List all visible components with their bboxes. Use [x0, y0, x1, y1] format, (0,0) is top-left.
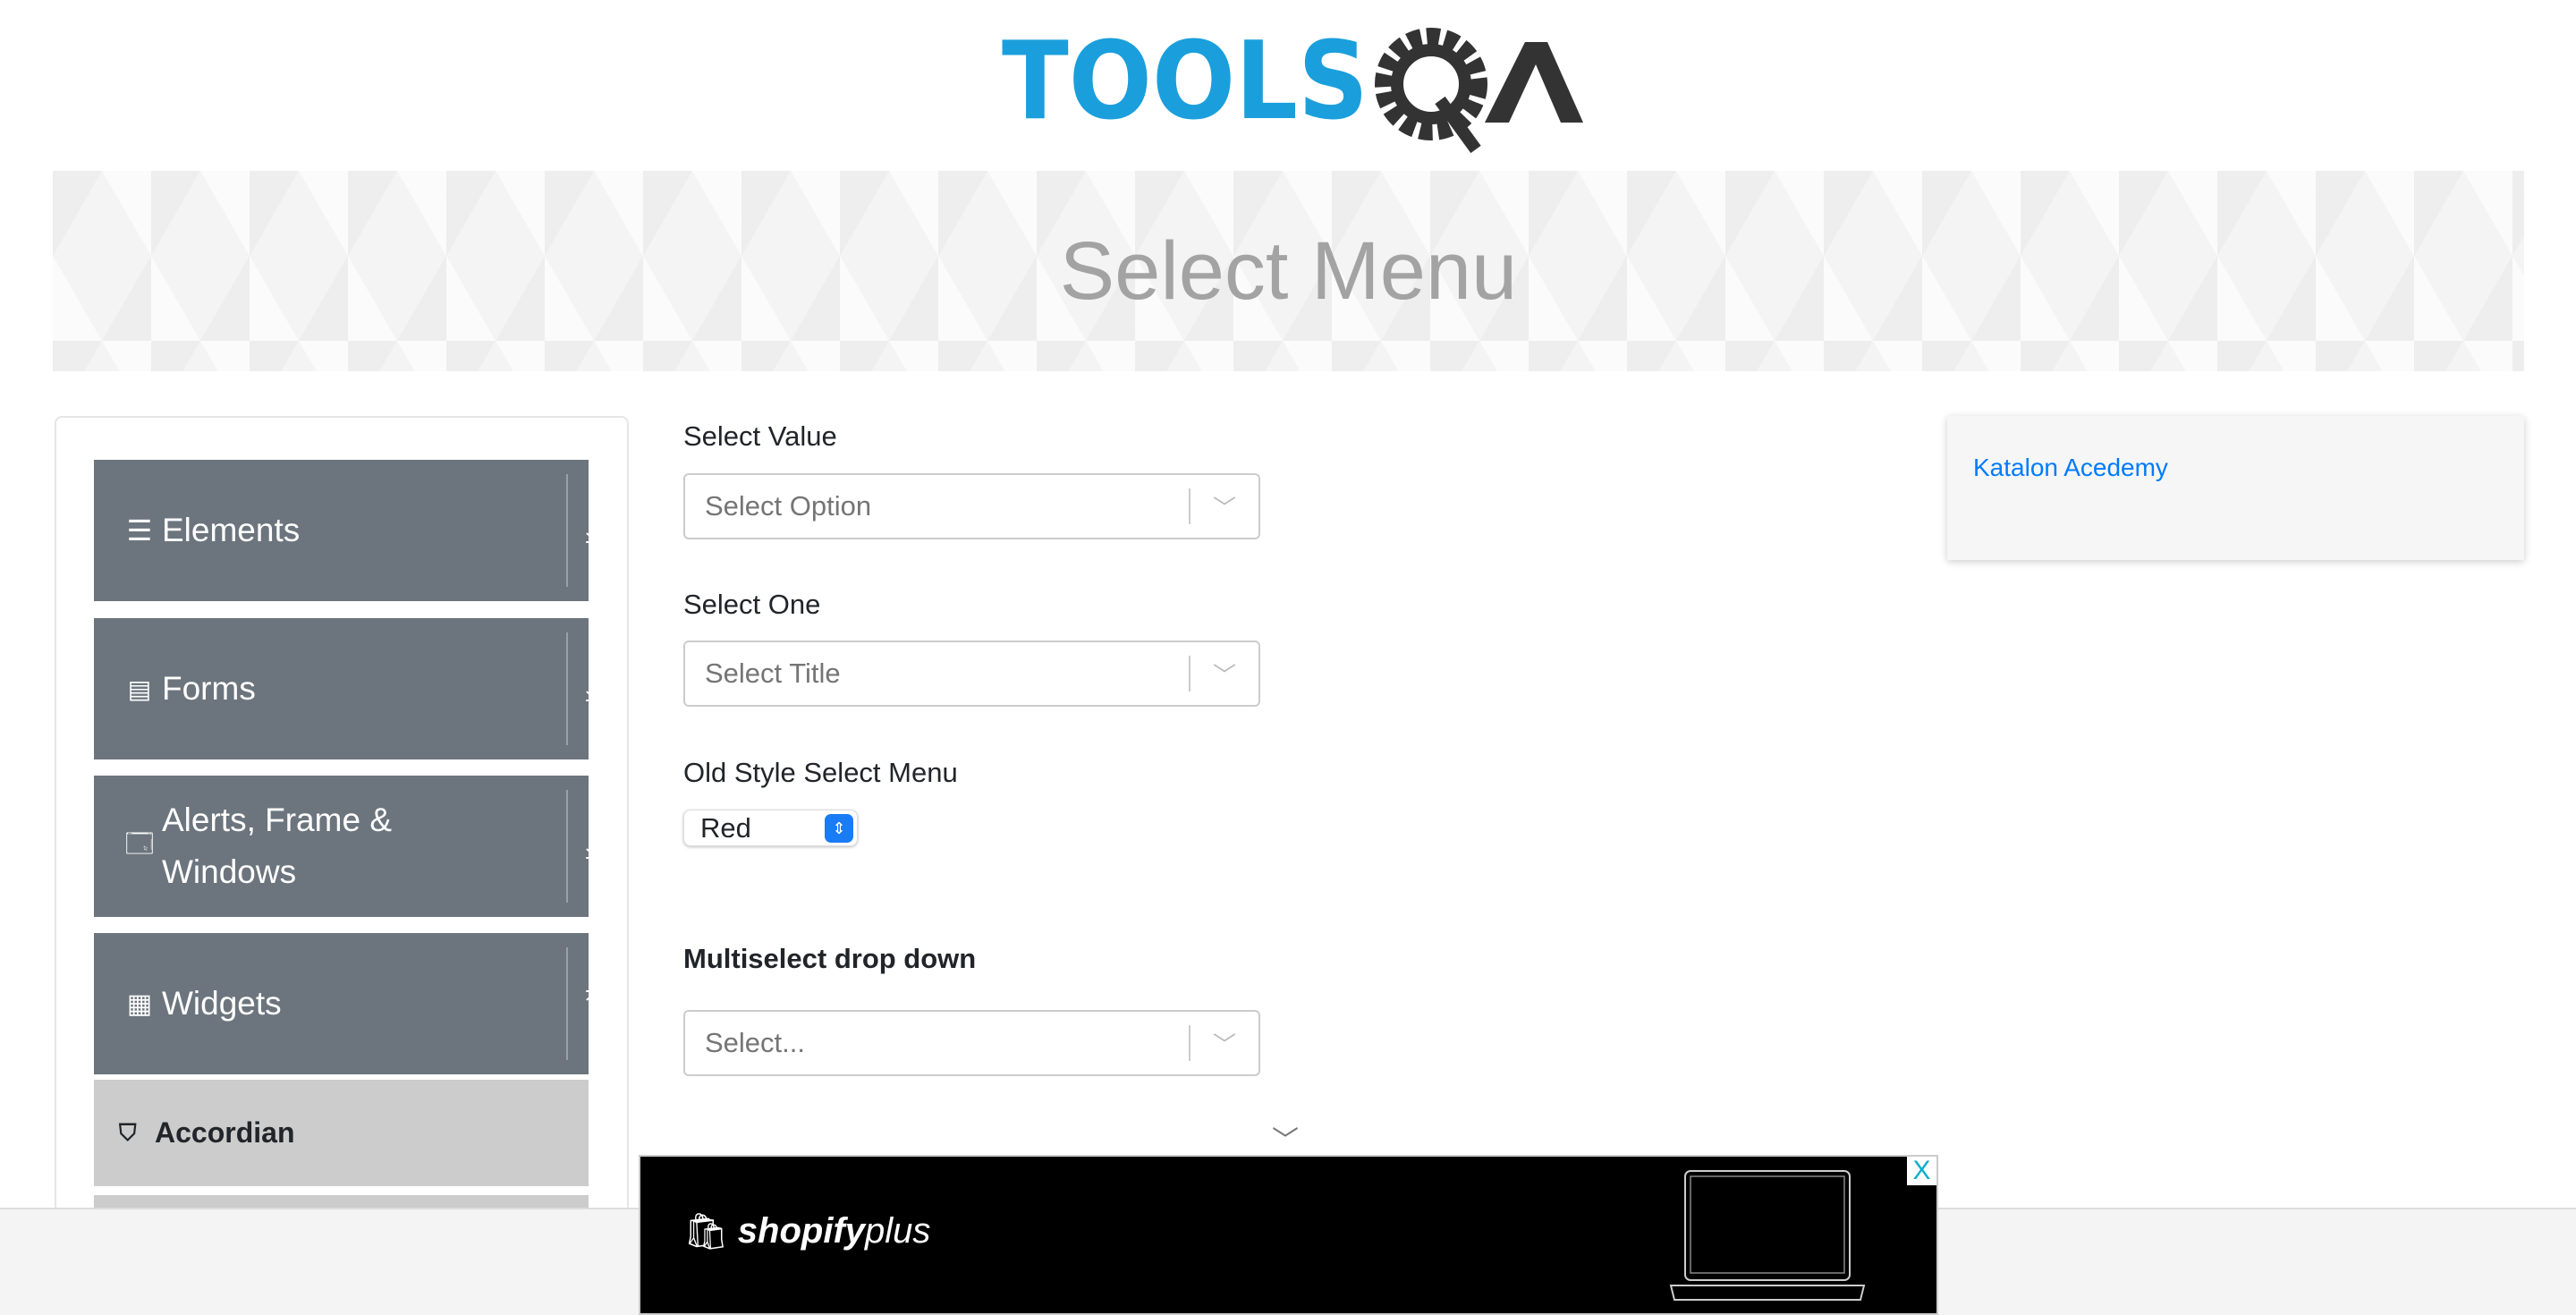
shopify-ad[interactable]: 🛍 shopify plus X [639, 1155, 1938, 1315]
chevron-down-icon: ﹀ [1212, 494, 1236, 522]
widgets-icon: ▦ [126, 988, 153, 1019]
divider [566, 790, 568, 903]
sidebar-group-alerts-frame-windows[interactable]: 🗔 Alerts, Frame & Windows ⤓ [94, 776, 600, 917]
download-arrow-icon[interactable]: ⤓ [571, 512, 615, 550]
toolsqa-logo[interactable]: TOOLS [1002, 20, 1583, 154]
multiselect-label: Multiselect drop down [683, 943, 977, 974]
html5-icon: ⛉ [119, 1118, 137, 1146]
laptop-icon [1669, 1170, 1866, 1301]
group-label: Forms [162, 670, 256, 707]
multiselect-dropdown[interactable]: Select... ﹀ [683, 1010, 1260, 1076]
window-icon: 🗔 [124, 828, 155, 859]
updown-chevron-icon: ⇕ [825, 814, 853, 843]
group-label: Alerts, Frame & Windows [162, 802, 392, 890]
upload-arrow-icon[interactable]: ⤒ [571, 985, 615, 1023]
scroll-chevron-icon[interactable]: ﹀ [1272, 1118, 1299, 1158]
svg-text:TOOLS: TOOLS [1002, 20, 1368, 144]
sidebar-item-accordian[interactable]: ⛉ Accordian [94, 1080, 589, 1186]
placeholder: Select Option [705, 490, 872, 522]
placeholder: Select... [705, 1027, 805, 1058]
close-ad-button[interactable]: X [1907, 1157, 1936, 1185]
brand-suffix: plus [865, 1211, 931, 1251]
divider [566, 947, 568, 1060]
old-style-select-label: Old Style Select Menu [683, 757, 958, 788]
katalon-link[interactable]: Katalon Acedemy [1973, 454, 2168, 481]
divider [566, 632, 568, 745]
placeholder: Select Title [705, 658, 841, 689]
select-one-label: Select One [683, 589, 821, 620]
old-style-select[interactable]: Red ⇕ [683, 810, 858, 846]
menu-icon: ☰ [126, 514, 153, 547]
page-title: Select Menu [1059, 225, 1518, 317]
select-value-dropdown[interactable]: Select Option ﹀ [683, 473, 1260, 539]
page-banner: Select Menu [53, 171, 2524, 371]
shopify-logo: 🛍 shopify plus [683, 1210, 930, 1252]
select-one-dropdown[interactable]: Select Title ﹀ [683, 641, 1260, 707]
shopping-bag-icon: 🛍 [683, 1212, 729, 1251]
item-label: Accordian [155, 1116, 295, 1149]
select-value-label: Select Value [683, 420, 837, 452]
sidebar-group-forms[interactable]: ▤ Forms ⤓ [94, 618, 600, 759]
chevron-down-icon: ﹀ [1212, 1031, 1236, 1058]
chevron-down-icon: ﹀ [1212, 661, 1236, 689]
document-icon: ▤ [127, 674, 152, 703]
group-label: Widgets [162, 985, 282, 1022]
divider [566, 474, 568, 587]
sidebar-group-elements[interactable]: ☰ Elements ⤓ [94, 460, 600, 601]
sidebar-group-widgets[interactable]: ▦ Widgets ⤒ [94, 933, 600, 1074]
download-arrow-icon[interactable]: ⤓ [571, 827, 615, 866]
sidebar: ☰ Elements ⤓ ▤ Forms ⤓ 🗔 Alerts, Frame &… [55, 416, 629, 1222]
katalon-widget: Katalon Acedemy [1947, 416, 2524, 560]
group-label: Elements [162, 512, 301, 548]
selected-value: Red [700, 811, 751, 844]
download-arrow-icon[interactable]: ⤓ [571, 670, 615, 708]
brand: shopify [737, 1211, 866, 1251]
